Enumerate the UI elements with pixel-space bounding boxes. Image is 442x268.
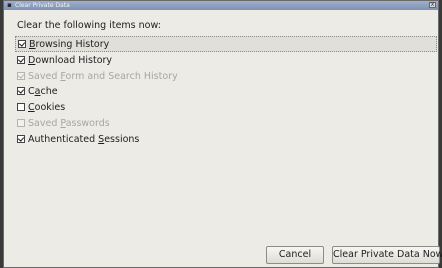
checkbox-label: Authenticated Sessions: [28, 133, 140, 145]
checkbox-label: Browsing History: [29, 38, 110, 50]
checkbox-box[interactable]: [17, 56, 25, 64]
window-menu-icon[interactable]: ▪: [6, 2, 13, 9]
checkbox-authenticated-sessions[interactable]: Authenticated Sessions: [17, 131, 437, 147]
dialog-heading: Clear the following items now:: [17, 20, 161, 31]
clear-private-data-dialog: ▪ Clear Private Data x Clear the followi…: [3, 0, 442, 268]
checkbox-box[interactable]: [17, 103, 25, 111]
checkbox-cache[interactable]: Cache: [17, 83, 437, 99]
checkbox-label: Saved Passwords: [28, 117, 110, 129]
checkbox-saved-passwords: Saved Passwords: [17, 115, 437, 131]
checkbox-box: [17, 72, 25, 80]
checkbox-box: [17, 119, 25, 127]
checkbox-box[interactable]: [18, 40, 26, 48]
checkbox-label: Cache: [28, 85, 58, 97]
checkbox-cookies[interactable]: Cookies: [17, 99, 437, 115]
close-icon[interactable]: x: [429, 2, 436, 8]
cancel-button[interactable]: Cancel: [266, 246, 324, 264]
checkbox-label: Saved Form and Search History: [28, 70, 178, 82]
checkbox-download-history[interactable]: Download History: [17, 52, 437, 68]
checkbox-label: Download History: [28, 54, 113, 66]
checkbox-box[interactable]: [17, 87, 25, 95]
checkbox-browsing-history[interactable]: Browsing History: [15, 36, 437, 52]
checkbox-saved-form-history: Saved Form and Search History: [17, 68, 437, 84]
title-bar[interactable]: ▪ Clear Private Data x: [4, 1, 438, 10]
checkbox-box[interactable]: [17, 135, 25, 143]
checkbox-label: Cookies: [28, 101, 66, 113]
clear-private-data-now-button[interactable]: Clear Private Data Now: [332, 246, 442, 264]
window-title: Clear Private Data: [15, 2, 70, 9]
